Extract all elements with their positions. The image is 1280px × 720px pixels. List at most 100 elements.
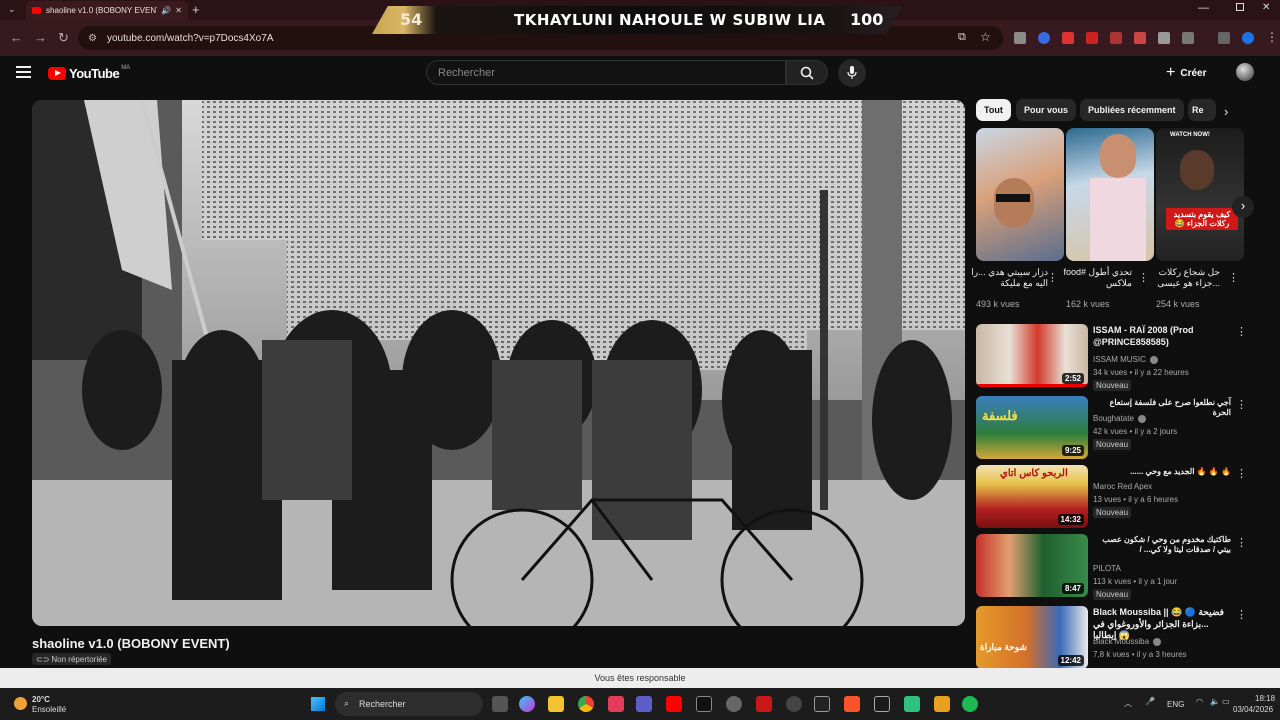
profile-avatar[interactable] [1242, 32, 1254, 44]
extensions-puzzle-icon[interactable] [1182, 32, 1194, 44]
clock-date[interactable]: 03/04/2026 [1233, 705, 1273, 714]
video-title[interactable]: 🔥 🔥 🔥 الجديد مع وحي ...... [1093, 467, 1231, 477]
short-views: 162 k vues [1066, 299, 1110, 309]
video-thumbnail[interactable]: 8:47 [976, 534, 1088, 597]
new-tab-button[interactable]: + [192, 2, 200, 17]
create-button[interactable]: + Créer [1166, 64, 1206, 82]
chip-more[interactable]: Re [1188, 99, 1216, 121]
clock-time[interactable]: 18:18 [1255, 694, 1275, 703]
app-icon[interactable] [934, 696, 950, 712]
close-tab-icon[interactable]: ✕ [175, 6, 182, 15]
new-badge: Nouveau [1093, 439, 1132, 450]
microphone-icon[interactable]: 🎤 [1145, 697, 1155, 706]
tab-search-icon[interactable]: ⌄ [8, 4, 16, 15]
battery-icon[interactable]: ▭ [1222, 697, 1230, 706]
short-thumbnail[interactable] [976, 128, 1064, 261]
app-icon[interactable] [904, 696, 920, 712]
chrome-icon[interactable] [578, 696, 594, 712]
brave-icon[interactable] [844, 696, 860, 712]
video-meta: 13 vues • il y a 6 heures [1093, 495, 1179, 504]
more-options-icon[interactable]: ⋮ [1236, 467, 1247, 480]
channel-name[interactable]: Boughatate [1093, 414, 1146, 423]
video-player[interactable] [32, 100, 965, 626]
video-thumbnail[interactable]: شوحة مباراة 12:42 [976, 606, 1088, 669]
channel-name[interactable]: ISSAM MUSIC [1093, 355, 1158, 364]
taskbar-search[interactable]: ⌕ Rechercher [335, 692, 483, 716]
extension-icon[interactable] [1014, 32, 1026, 44]
temperature[interactable]: 20°C [32, 695, 50, 704]
search-button[interactable] [786, 60, 828, 85]
app-icon[interactable] [696, 696, 712, 712]
back-arrow-icon[interactable]: ← [10, 30, 23, 45]
extension-icon[interactable] [1134, 32, 1146, 44]
browser-tab[interactable]: shaoline v1.0 (BOBONY EVENT) 🔊 ✕ [26, 1, 188, 20]
chip-all[interactable]: Tout [976, 99, 1011, 121]
app-icon[interactable] [726, 696, 742, 712]
video-title[interactable]: ISSAM - RAÏ 2008 (Prod @PRINCE858585) [1093, 325, 1231, 348]
app-icon[interactable] [786, 696, 802, 712]
wifi-icon[interactable]: ◠ [1196, 697, 1203, 706]
restore-icon[interactable] [1236, 3, 1244, 11]
more-options-icon[interactable]: ⋮ [1236, 325, 1247, 338]
task-view-icon[interactable] [492, 696, 508, 712]
app-icon[interactable] [874, 696, 890, 712]
reload-icon[interactable]: ↻ [58, 30, 69, 46]
chevron-right-icon[interactable]: › [1232, 196, 1254, 218]
score-center-text: TKHAYLUNI NAHOULE W SUBIW LIA [514, 11, 826, 29]
app-icon[interactable] [756, 696, 772, 712]
language-indicator[interactable]: ENG [1167, 700, 1184, 709]
more-options-icon[interactable]: ⋮ [1236, 536, 1247, 549]
app-icon[interactable] [814, 696, 830, 712]
chip-recent[interactable]: Publiées récemment [1080, 99, 1184, 121]
extension-icon[interactable] [1086, 32, 1098, 44]
youtube-logo[interactable]: YouTube MA [48, 65, 130, 81]
sun-icon [14, 697, 27, 710]
more-options-icon[interactable]: ⋮ [1228, 271, 1239, 284]
minimize-icon[interactable]: — [1198, 2, 1209, 14]
spotify-icon[interactable] [962, 696, 978, 712]
extension-icon[interactable] [1110, 32, 1122, 44]
windows-start-icon[interactable] [311, 697, 325, 711]
channel-name[interactable]: Black Moussiba [1093, 637, 1162, 646]
search-input[interactable]: Rechercher [426, 60, 786, 85]
teams-icon[interactable] [636, 696, 652, 712]
extension-icon[interactable] [1038, 32, 1050, 44]
youtube-play-icon [48, 67, 66, 80]
audio-icon[interactable]: 🔊 [161, 6, 171, 15]
new-badge: Nouveau [1093, 507, 1132, 518]
hamburger-menu-icon[interactable] [16, 66, 31, 78]
short-thumbnail[interactable] [1066, 128, 1154, 261]
extension-icon[interactable] [1158, 32, 1170, 44]
extension-icon[interactable] [1062, 32, 1074, 44]
site-info-icon[interactable]: ⚙ [88, 33, 97, 44]
video-thumbnail[interactable]: فلسفة 9:25 [976, 396, 1088, 459]
score-overlay: 54 TKHAYLUNI NAHOULE W SUBIW LIA 100 [372, 6, 902, 34]
short-overlay-text: كيف يقوم بتسديد ركلات الجزاء 😂 [1166, 208, 1238, 230]
app-icon[interactable] [608, 696, 624, 712]
install-app-icon[interactable]: ⧉ [958, 31, 966, 44]
short-thumbnail[interactable]: WATCH NOW! كيف يقوم بتسديد ركلات الجزاء … [1156, 128, 1244, 261]
reading-list-icon[interactable] [1218, 32, 1230, 44]
chevron-right-icon[interactable]: › [1224, 104, 1228, 119]
account-avatar[interactable] [1236, 63, 1254, 81]
channel-name[interactable]: Maroc Red Apex [1093, 482, 1152, 491]
browser-menu-icon[interactable]: ⋮ [1266, 30, 1278, 44]
voice-search-button[interactable] [838, 59, 866, 87]
video-thumbnail[interactable]: الربحو كاس اتاي 14:32 [976, 465, 1088, 528]
youtube-app-icon[interactable] [666, 696, 682, 712]
chevron-up-icon[interactable]: ︿ [1124, 698, 1132, 709]
bookmark-star-icon[interactable]: ☆ [980, 30, 991, 44]
video-title[interactable]: طاكتيك مخدوم من وحي / شكون عصب بيتي / صد… [1093, 535, 1231, 556]
volume-icon[interactable]: 🔈 [1210, 697, 1220, 706]
file-explorer-icon[interactable] [548, 696, 564, 712]
short-title: تحدي أطول #food ملاكس [1063, 267, 1132, 288]
forward-arrow-icon[interactable]: → [34, 30, 47, 45]
close-window-icon[interactable]: ✕ [1262, 2, 1270, 13]
more-options-icon[interactable]: ⋮ [1236, 608, 1247, 621]
chip-for-you[interactable]: Pour vous [1016, 99, 1077, 121]
channel-name[interactable]: PILOTA [1093, 564, 1121, 573]
more-options-icon[interactable]: ⋮ [1236, 398, 1247, 411]
video-duration: 14:32 [1057, 514, 1084, 525]
video-thumbnail[interactable]: 2:52 [976, 324, 1088, 387]
copilot-icon[interactable] [519, 696, 535, 712]
